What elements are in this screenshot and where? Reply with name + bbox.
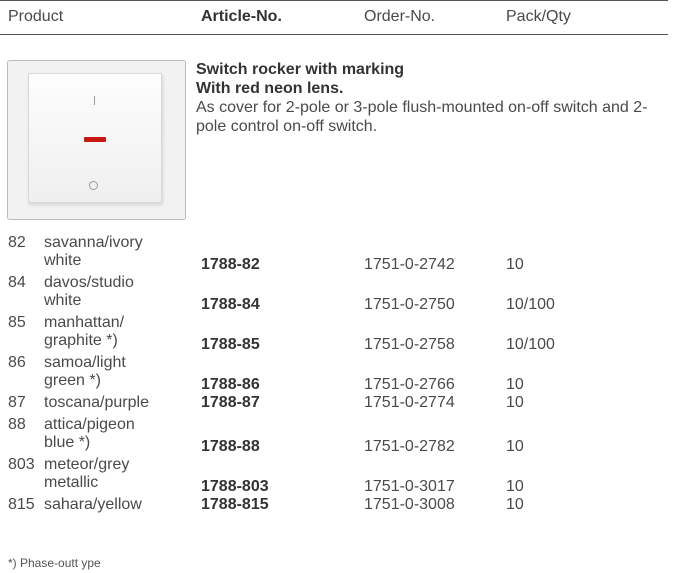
article-no: 1788-87 [201,394,260,411]
table-row: 82 savanna/ivory white 1788-82 1751-0-274… [0,234,675,274]
color-name: toscana/purple [44,394,149,411]
switch-rocker-graphic [28,73,162,203]
color-code: 86 [8,354,26,371]
description-subtitle: With red neon lens. [196,80,344,97]
color-name-line2: metallic [44,474,99,491]
article-no: 1788-82 [201,256,260,273]
table-row: 87 toscana/purple 1788-87 1751-0-2774 10 [0,394,675,416]
pack-qty: 10/100 [506,336,555,353]
article-no: 1788-84 [201,296,260,313]
header-pack-qty: Pack/Qty [506,8,571,25]
color-code: 88 [8,416,26,433]
order-no: 1751-0-2758 [364,336,455,353]
table-row: 85 manhattan/graphite *) 1788-85 1751-0-… [0,314,675,354]
color-name-line2: green *) [44,372,101,389]
color-name: savanna/ivory white [44,234,194,270]
table-row: 88 attica/pigeon blue *) 1788-88 1751-0-2… [0,416,675,456]
table-row: 815 sahara/yellow 1788-815 1751-0-3008 1… [0,496,675,518]
color-name: meteor/grey metallic [44,456,194,492]
color-code: 84 [8,274,26,291]
header-product: Product [8,8,64,25]
color-name: sahara/yellow [44,496,142,513]
table-header: Product Article-No. Order-No. Pack/Qty [0,0,668,35]
color-name-line1: meteor/grey [44,456,130,473]
header-article-no: Article-No. [201,8,282,25]
pack-qty: 10/100 [506,296,555,313]
color-name-line1: samoa/light [44,354,126,371]
color-name: samoa/light green *) [44,354,194,390]
color-name-line1: savanna/ivory [44,234,143,251]
product-image [7,60,186,220]
order-no: 1751-0-2766 [364,376,455,393]
color-name-line2: white [44,292,82,309]
table-row: 86 samoa/light green *) 1788-86 1751-0-27… [0,354,675,394]
color-name: attica/pigeon blue *) [44,416,194,452]
pack-qty: 10 [506,256,524,273]
pack-qty: 10 [506,438,524,455]
article-no: 1788-815 [201,496,269,513]
color-code: 85 [8,314,26,331]
order-no: 1751-0-2774 [364,394,455,411]
pack-qty: 10 [506,496,524,513]
order-no: 1751-0-3017 [364,478,455,495]
article-no: 1788-85 [201,336,260,353]
red-neon-lens-icon [84,137,106,142]
color-name-line1: davos/studio [44,274,134,291]
order-no: 1751-0-2750 [364,296,455,313]
pack-qty: 10 [506,394,524,411]
description-text: As cover for 2-pole or 3-pole flush-moun… [196,99,648,135]
order-no: 1751-0-3008 [364,496,455,513]
product-description: Switch rocker with marking With red neon… [196,60,671,136]
color-code: 803 [8,456,35,473]
off-mark-icon [89,181,98,190]
color-name-line2: graphite *) [44,332,118,349]
color-name-line1: attica/pigeon [44,416,135,433]
on-mark-icon [94,96,95,105]
description-title: Switch rocker with marking [196,61,405,78]
order-no: 1751-0-2742 [364,256,455,273]
article-no: 1788-803 [201,478,269,495]
footnote: *) Phase-outt ype [8,556,101,570]
color-name-line1: manhattan/ [44,314,125,331]
color-code: 815 [8,496,35,513]
color-name-line2: blue *) [44,434,91,451]
article-no: 1788-86 [201,376,260,393]
color-name-line2: white [44,252,82,269]
pack-qty: 10 [506,376,524,393]
color-code: 82 [8,234,26,251]
table-row: 84 davos/studio white 1788-84 1751-0-2750… [0,274,675,314]
product-table: 82 savanna/ivory white 1788-82 1751-0-274… [0,234,675,518]
table-row: 803 meteor/grey metallic 1788-803 1751-0-… [0,456,675,496]
color-code: 87 [8,394,26,411]
order-no: 1751-0-2782 [364,438,455,455]
color-name: manhattan/graphite *) [44,314,194,350]
article-no: 1788-88 [201,438,260,455]
color-name: davos/studio white [44,274,194,310]
pack-qty: 10 [506,478,524,495]
header-order-no: Order-No. [364,8,436,25]
